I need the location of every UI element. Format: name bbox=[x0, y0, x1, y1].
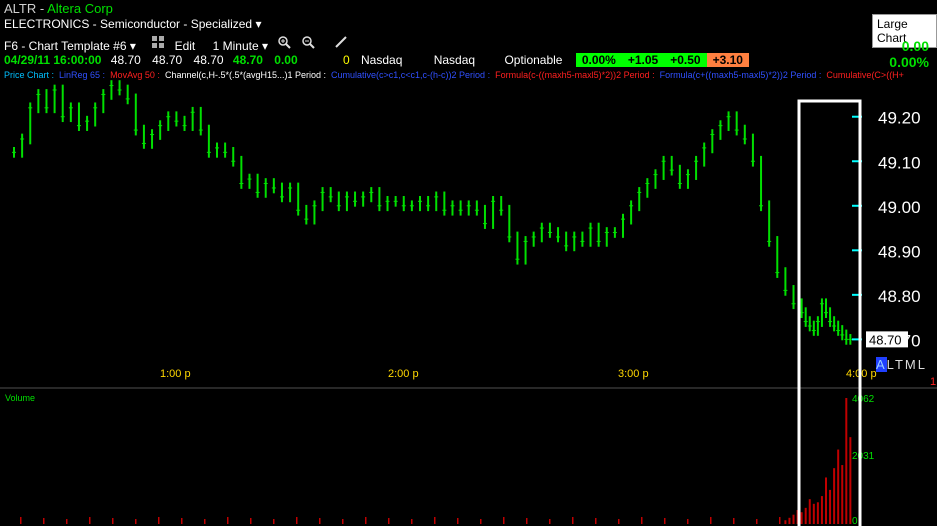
scale-button[interactable]: L bbox=[918, 357, 927, 372]
volume-bar bbox=[319, 518, 321, 524]
volume-bar bbox=[710, 517, 712, 524]
volume-bar bbox=[227, 517, 229, 524]
volume-bar bbox=[365, 517, 367, 524]
volume-bar bbox=[833, 468, 836, 524]
volume-tick-label: 2031 bbox=[852, 451, 875, 462]
volume-bar bbox=[503, 517, 505, 524]
scale-button[interactable]: A bbox=[876, 357, 887, 372]
price-tick-label: 49.20 bbox=[878, 109, 921, 128]
time-axis: 1:00 p 2:00 p 3:00 p 4:00 p bbox=[160, 368, 877, 380]
volume-bar bbox=[792, 514, 795, 524]
time-tick-label: 2:00 p bbox=[388, 368, 419, 380]
volume-axis: 4062 2031 0 bbox=[852, 394, 875, 526]
volume-bar bbox=[804, 507, 807, 524]
volume-bar bbox=[812, 503, 815, 524]
volume-marker: 1 bbox=[930, 376, 936, 388]
volume-bar bbox=[43, 518, 45, 524]
volume-tick-label: 0 bbox=[852, 516, 858, 526]
price-tick-label: 49.00 bbox=[878, 198, 921, 217]
volume-bar bbox=[480, 519, 482, 524]
volume-bar bbox=[733, 518, 735, 524]
volume-bar bbox=[572, 517, 574, 524]
volume-bar bbox=[526, 518, 528, 524]
volume-bar bbox=[825, 477, 827, 524]
volume-bar bbox=[788, 517, 791, 524]
volume-bar bbox=[664, 518, 666, 524]
volume-bar bbox=[204, 519, 206, 524]
volume-bar bbox=[841, 465, 844, 524]
volume-bar bbox=[820, 496, 823, 524]
time-tick-label: 1:00 p bbox=[160, 368, 191, 380]
volume-bar bbox=[411, 519, 413, 524]
volume-bar bbox=[89, 517, 91, 524]
scale-buttons: ALTML bbox=[876, 357, 927, 372]
time-tick-label: 3:00 p bbox=[618, 368, 649, 380]
price-tick-label: 48.90 bbox=[878, 242, 921, 261]
volume-tick-label: 4062 bbox=[852, 394, 875, 405]
price-tick-label: 49.10 bbox=[878, 153, 921, 172]
volume-bar bbox=[181, 518, 183, 524]
volume-bar bbox=[784, 520, 787, 524]
scale-button[interactable]: T bbox=[895, 357, 905, 372]
last-price-label: 48.70 bbox=[869, 332, 902, 347]
volume-bar bbox=[816, 502, 819, 524]
volume-bar bbox=[434, 517, 436, 524]
volume-bar bbox=[158, 517, 160, 524]
volume-bar bbox=[837, 449, 840, 524]
volume-bar bbox=[595, 518, 597, 524]
scale-button[interactable]: L bbox=[887, 357, 895, 372]
volume-bar bbox=[342, 519, 344, 524]
volume-bar bbox=[296, 517, 298, 524]
volume-bar bbox=[618, 519, 620, 524]
volume-bar bbox=[66, 519, 68, 524]
volume-bar bbox=[250, 518, 252, 524]
volume-bar bbox=[800, 512, 803, 524]
volume-series bbox=[20, 398, 852, 524]
volume-bar bbox=[829, 489, 832, 524]
volume-bar bbox=[756, 519, 758, 524]
price-axis: 49.2049.1049.0048.9048.8048.7048.70 bbox=[852, 109, 921, 350]
volume-bar bbox=[457, 518, 459, 524]
price-chart[interactable]: 49.2049.1049.0048.9048.8048.7048.70 1:00… bbox=[0, 0, 937, 526]
volume-bar bbox=[779, 517, 781, 524]
volume-bar bbox=[641, 517, 643, 524]
volume-bar bbox=[388, 518, 390, 524]
price-series bbox=[12, 80, 853, 345]
scale-button[interactable]: M bbox=[905, 357, 918, 372]
volume-bar bbox=[135, 519, 137, 524]
volume-bar bbox=[20, 517, 22, 524]
volume-bar bbox=[273, 519, 275, 524]
volume-bar bbox=[549, 519, 551, 524]
volume-label: Volume bbox=[5, 393, 35, 403]
volume-bar bbox=[808, 499, 811, 524]
volume-bar bbox=[687, 519, 689, 524]
price-tick-label: 48.80 bbox=[878, 287, 921, 306]
volume-bar bbox=[112, 518, 114, 524]
volume-bar bbox=[845, 398, 848, 524]
